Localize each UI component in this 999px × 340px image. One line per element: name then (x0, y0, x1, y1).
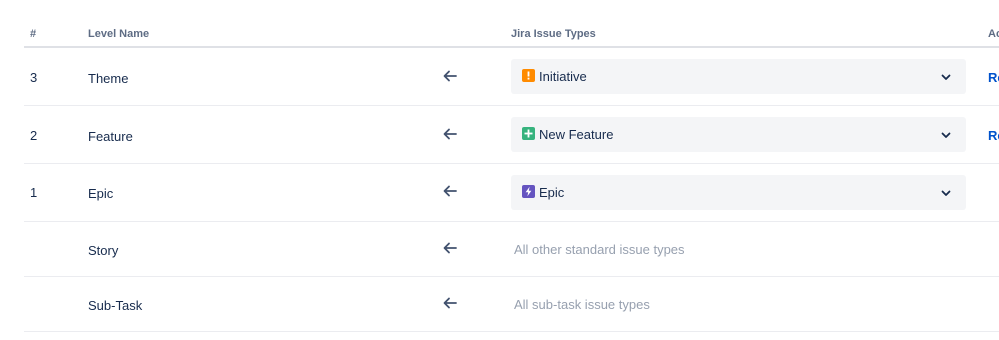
issue-type-select[interactable]: Initiative (511, 59, 966, 94)
chevron-down-icon (941, 190, 951, 196)
header-level-name: Level Name (88, 28, 150, 40)
chevron-down-icon (941, 74, 951, 80)
header-actions: Actions (988, 28, 999, 40)
remove-link[interactable]: Remove (988, 128, 999, 143)
remove-link[interactable]: Remove (988, 70, 999, 85)
issue-types-description: All sub-task issue types (514, 297, 650, 312)
arrow-left-icon (443, 242, 457, 254)
new-feature-icon (522, 127, 535, 140)
epic-icon (522, 185, 535, 198)
table-row: 2 Feature New Feature Remove (24, 106, 999, 164)
header-num: # (30, 28, 37, 40)
hierarchy-levels-table: # Level Name Jira Issue Types Actions 3 … (24, 22, 999, 332)
arrow-left-icon (443, 185, 457, 197)
level-number: 2 (30, 128, 38, 143)
level-name: Theme (88, 71, 129, 86)
level-number: 3 (30, 70, 38, 85)
table-row: Sub-Task All sub-task issue types (24, 277, 999, 332)
level-name: Story (88, 243, 119, 258)
level-name: Feature (88, 129, 133, 144)
level-number: 1 (30, 185, 38, 200)
level-name: Epic (88, 186, 114, 201)
table-row: 3 Theme Initiative Remove (24, 48, 999, 106)
issue-types-description: All other standard issue types (514, 242, 685, 257)
table-header: # Level Name Jira Issue Types Actions (24, 22, 999, 48)
initiative-icon (522, 69, 535, 82)
issue-type-select[interactable]: Epic (511, 175, 966, 210)
issue-type-label: Initiative (539, 69, 587, 84)
table-row: Story All other standard issue types (24, 222, 999, 277)
header-issue-types: Jira Issue Types (511, 28, 596, 40)
arrow-left-icon (443, 297, 457, 309)
chevron-down-icon (941, 132, 951, 138)
arrow-left-icon (443, 128, 457, 140)
issue-type-select[interactable]: New Feature (511, 117, 966, 152)
issue-type-label: New Feature (539, 127, 614, 142)
level-name: Sub-Task (88, 298, 143, 313)
table-row: 1 Epic Epic (24, 164, 999, 222)
issue-type-label: Epic (539, 185, 565, 200)
arrow-left-icon (443, 70, 457, 82)
